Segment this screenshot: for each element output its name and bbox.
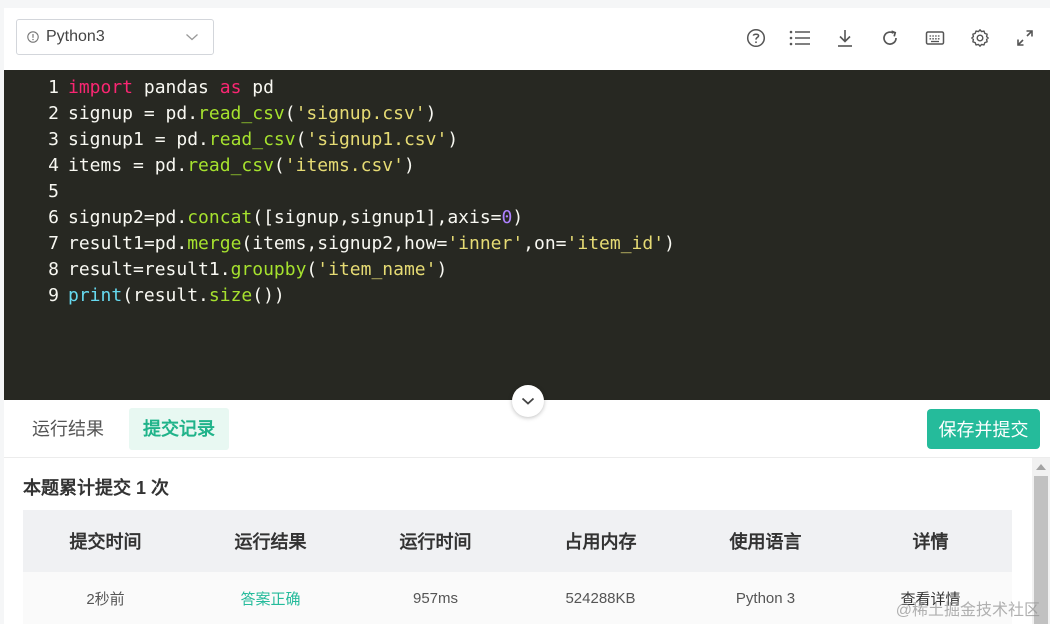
download-icon[interactable]	[834, 27, 856, 49]
code-token: 'inner'	[447, 233, 524, 254]
code-token: pd	[241, 77, 274, 98]
line-number: 6	[48, 207, 59, 228]
code-line[interactable]: 3 signup1 = pd.read_csv('signup1.csv')	[4, 127, 458, 153]
code-token: as	[219, 77, 242, 98]
cell-submit-time: 2秒前	[86, 590, 125, 608]
code-token: (	[295, 129, 307, 150]
code-line[interactable]: 5	[4, 179, 68, 205]
code-token: 'items.csv'	[284, 155, 404, 176]
header-run-time: 运行时间	[399, 532, 472, 552]
code-token: )	[403, 155, 415, 176]
tab-submit-record[interactable]: 提交记录	[129, 408, 229, 450]
info-icon	[26, 30, 40, 44]
header-submit-time: 提交时间	[69, 532, 142, 552]
line-number: 2	[48, 103, 59, 124]
code-line[interactable]: 9 print(result.size())	[4, 283, 285, 309]
line-number: 8	[48, 259, 59, 280]
code-token: )	[436, 259, 448, 280]
code-token: )	[664, 233, 675, 254]
editor-toolbar: Python3	[4, 8, 1050, 70]
chevron-down-icon	[521, 397, 535, 405]
header-details: 详情	[912, 532, 949, 552]
line-number: 5	[48, 181, 59, 202]
cell-run-time: 957ms	[412, 589, 459, 607]
code-line[interactable]: 7 result1=pd.merge(items,signup2,how='inn…	[4, 231, 675, 257]
code-line[interactable]: 8 result=result1.groupby('item_name')	[4, 257, 447, 283]
code-token: size	[208, 285, 253, 306]
submission-records: 本题累计提交 1 次 提交时间 运行结果 运行时间 占用内存 使用语言 详情 2…	[4, 458, 1032, 624]
code-token: signup = pd.	[68, 103, 199, 124]
code-token: ())	[252, 285, 285, 306]
code-line[interactable]: 2 signup = pd.read_csv('signup.csv')	[4, 101, 436, 127]
code-token: 'signup.csv'	[295, 103, 426, 124]
refresh-icon[interactable]	[879, 27, 901, 49]
language-select[interactable]: Python3	[16, 19, 214, 55]
watermark: @稀土掘金技术社区	[895, 602, 1040, 619]
code-token: groupby	[230, 259, 307, 280]
line-number: 3	[48, 129, 59, 150]
code-token: merge	[187, 233, 242, 254]
code-token: ([signup,signup1],axis=	[252, 207, 502, 228]
table-row: 2秒前 答案正确 957ms 524288KB Python 3 查看详情	[23, 572, 1012, 624]
settings-icon[interactable]	[969, 27, 991, 49]
code-line[interactable]: 6 signup2=pd.concat([signup,signup1],axis…	[4, 205, 523, 231]
code-line[interactable]: 1 import pandas as pd	[4, 75, 274, 101]
code-token: 'item_name'	[317, 259, 437, 280]
header-memory: 占用内存	[564, 532, 637, 552]
code-token: concat	[187, 207, 253, 228]
code-token: (result.	[122, 285, 209, 306]
code-token: read_csv	[187, 155, 274, 176]
code-token: result1=pd.	[68, 233, 188, 254]
code-token: import	[68, 77, 134, 98]
submission-count: 本题累计提交 1 次	[23, 478, 170, 498]
line-number: 7	[48, 233, 59, 254]
code-token: (items,signup2,how=	[241, 233, 448, 254]
code-line[interactable]: 4 items = pd.read_csv('items.csv')	[4, 153, 415, 179]
code-token: )	[425, 103, 437, 124]
code-token: result=result1.	[68, 259, 231, 280]
code-token: )	[447, 129, 459, 150]
scroll-up-arrow-icon[interactable]	[1036, 464, 1046, 470]
save-submit-button[interactable]: 保存并提交	[927, 409, 1040, 449]
code-token: signup1 = pd.	[68, 129, 209, 150]
line-number: 1	[48, 77, 59, 98]
code-token: items = pd.	[68, 155, 188, 176]
tab-run-result[interactable]: 运行结果	[18, 408, 118, 450]
code-token: read_csv	[198, 103, 285, 124]
code-token: (	[306, 259, 318, 280]
code-token: 0	[501, 207, 513, 228]
code-token: read_csv	[208, 129, 296, 150]
keyboard-icon[interactable]	[924, 27, 946, 49]
code-token: print	[68, 285, 123, 306]
line-number: 4	[48, 155, 59, 176]
fullscreen-icon[interactable]	[1014, 27, 1036, 49]
code-token: pandas	[133, 77, 220, 98]
cell-memory: 524288KB	[565, 589, 636, 607]
code-token: ,on=	[523, 233, 567, 254]
code-token: signup2=pd.	[68, 207, 188, 228]
code-token: (	[273, 155, 285, 176]
table-header: 提交时间 运行结果 运行时间 占用内存 使用语言 详情	[23, 510, 1012, 572]
help-icon[interactable]	[745, 27, 767, 49]
chevron-down-icon	[185, 30, 199, 44]
cell-language: Python 3	[735, 589, 796, 607]
header-language: 使用语言	[729, 532, 802, 552]
code-token: 'signup1.csv'	[306, 129, 448, 150]
cell-run-result: 答案正确	[240, 590, 301, 608]
list-icon[interactable]	[789, 27, 811, 49]
code-token: 'item_id'	[566, 233, 665, 254]
code-editor[interactable]: 1 import pandas as pd 2 signup = pd.read_cs…	[4, 70, 1050, 400]
code-token: (	[284, 103, 296, 124]
line-number: 9	[48, 285, 59, 306]
header-run-result: 运行结果	[234, 532, 307, 552]
language-label: Python3	[46, 28, 105, 45]
collapse-button[interactable]	[512, 385, 544, 417]
code-token: )	[512, 207, 524, 228]
